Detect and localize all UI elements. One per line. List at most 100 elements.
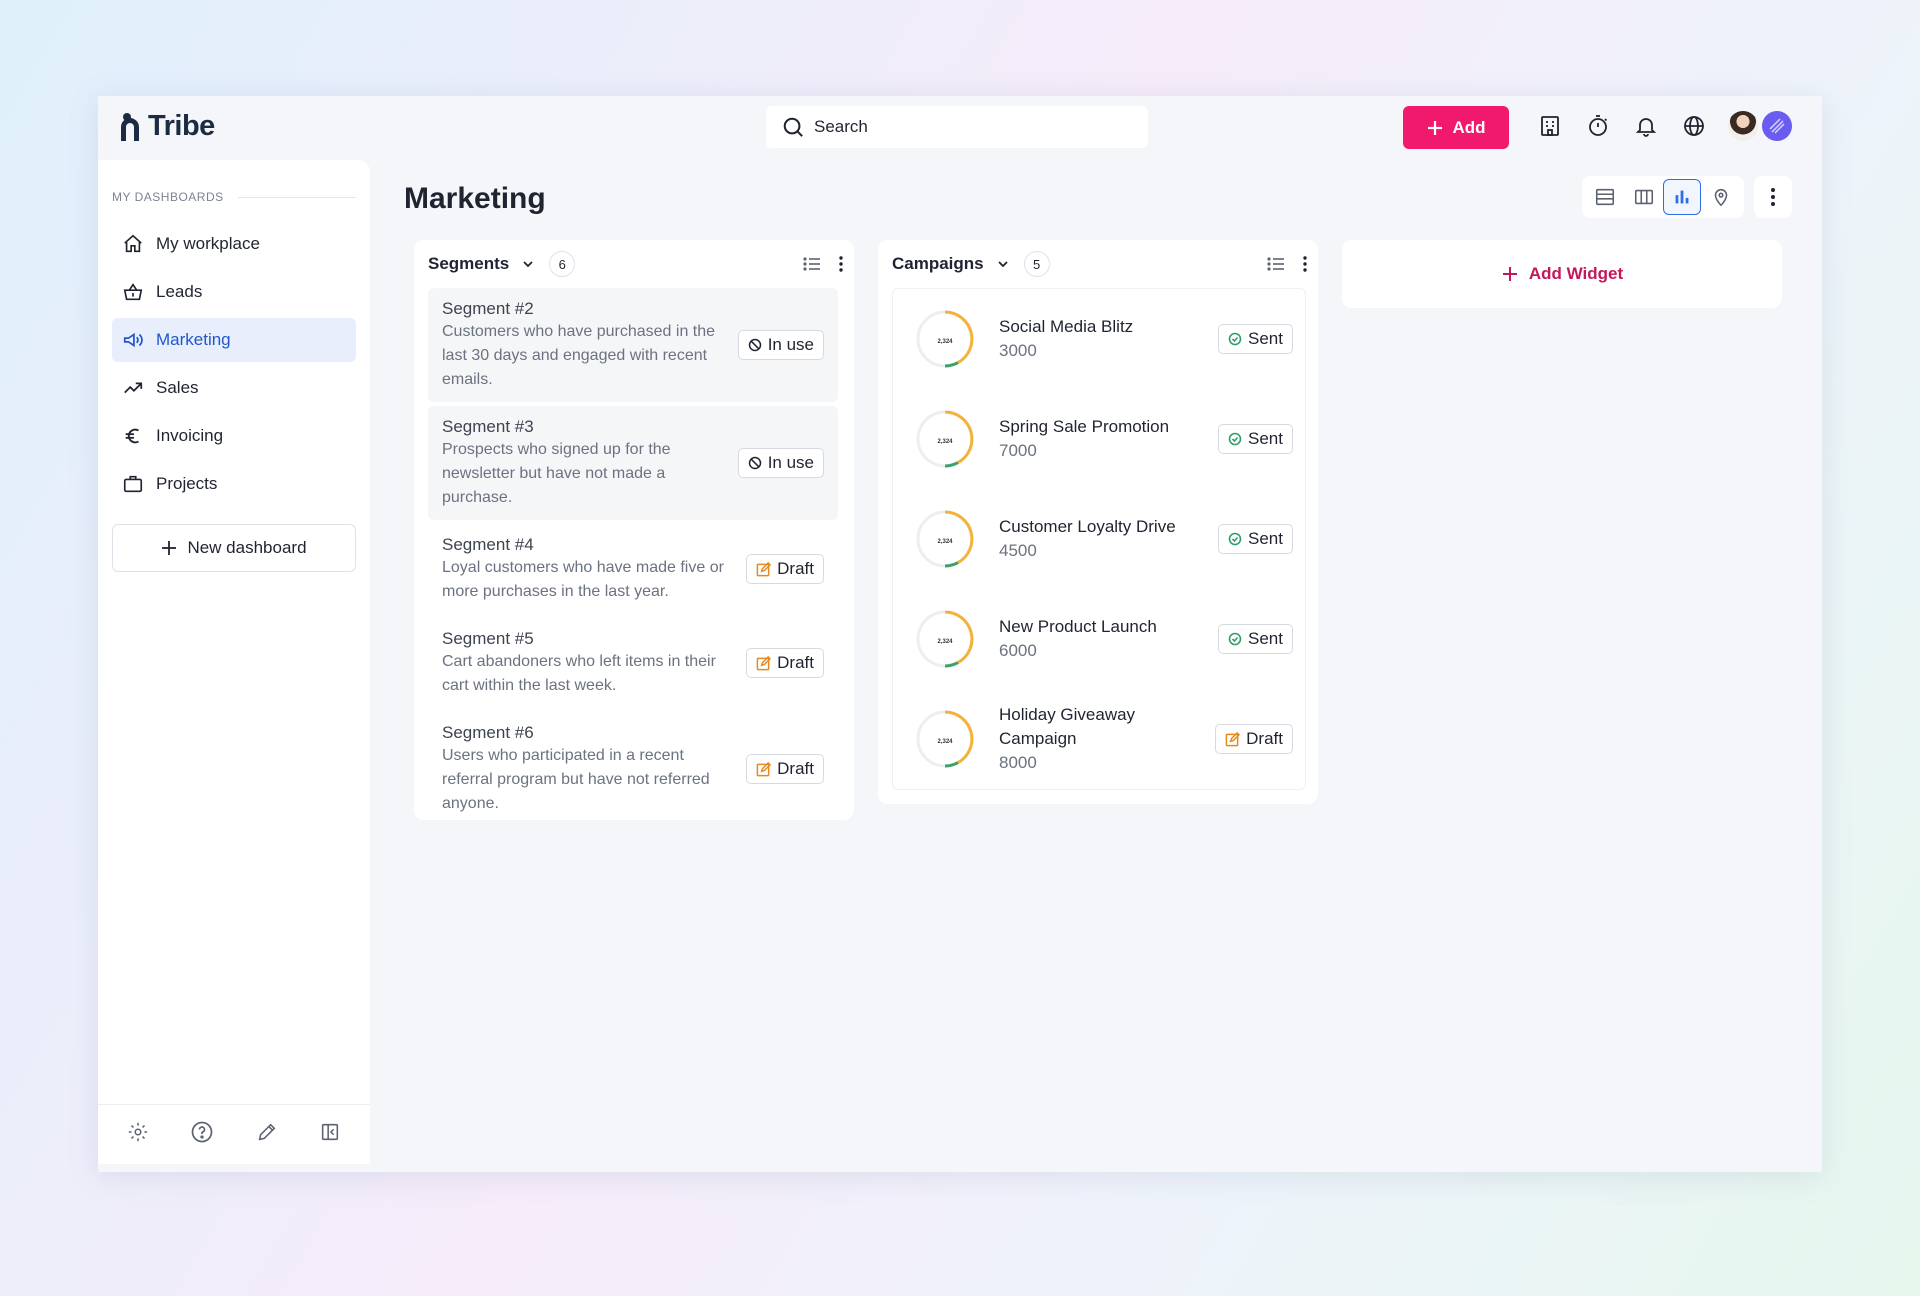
trending-up-icon [124,382,143,394]
help-icon[interactable] [190,1120,214,1149]
sidebar-item-label: Projects [156,474,218,493]
map-view-icon[interactable] [1702,179,1740,215]
plus-icon [162,541,177,555]
timer-icon[interactable] [1584,112,1612,140]
campaign-value: 3000 [999,341,1037,360]
building-icon[interactable] [1536,112,1564,140]
sidebar-item-my-workplace[interactable]: My workplace [112,222,356,266]
sidebar: MY DASHBOARDS My workplace Leads Marketi… [98,160,370,1164]
status-label: Sent [1248,429,1283,448]
status-badge: Draft [746,754,824,784]
edit-icon [756,561,772,576]
gear-icon[interactable] [127,1121,149,1148]
more-vertical-icon [1771,188,1775,206]
list-item[interactable]: 2,324 New Product Launch 6000 Sent [893,589,1305,689]
board-view-icon[interactable] [1625,179,1663,215]
briefcase-icon [123,475,143,493]
sidebar-item-marketing[interactable]: Marketing [112,318,356,362]
view-switcher [1582,176,1744,218]
status-label: Draft [1246,729,1283,748]
divider [237,196,356,198]
status-badge: Draft [746,554,824,584]
status-badge: Sent [1218,624,1293,654]
sidebar-item-label: Invoicing [156,426,224,445]
campaign-name: New Product Launch [999,617,1157,636]
sidebar-item-invoicing[interactable]: Invoicing [112,414,356,458]
ring-label: 2,324 [937,539,953,545]
page-more-button[interactable] [1754,176,1792,218]
progress-ring-icon: 2,324 [916,410,974,468]
add-widget-button[interactable]: Add Widget [1342,240,1782,308]
status-label: In use [767,453,814,472]
segments-header: Segments 6 [428,250,844,278]
status-label: Sent [1248,529,1283,548]
segment-description: Cart abandoners who left items in their … [442,653,716,694]
status-badge: Sent [1218,324,1293,354]
segments-title: Segments [428,254,510,273]
new-dashboard-button[interactable]: New dashboard [112,524,356,572]
megaphone-icon [123,332,143,348]
euro-icon [125,428,139,444]
segment-name: Segment #2 [442,299,534,318]
sidebar-item-sales[interactable]: Sales [112,366,356,410]
list-item[interactable]: 2,324 Customer Loyalty Drive 4500 Sent [893,489,1305,589]
table-view-icon[interactable] [1586,179,1624,215]
campaigns-actions [1266,254,1308,274]
list-view-icon[interactable] [1266,254,1286,274]
list-item[interactable]: Segment #6 Users who participated in a r… [428,712,838,812]
sidebar-heading: MY DASHBOARDS [112,190,356,204]
more-vertical-icon[interactable] [1302,255,1308,273]
list-item[interactable]: 2,324 Holiday Giveaway Campaign 8000 Dra… [893,689,1305,789]
ring-label: 2,324 [937,639,953,645]
status-badge: In use [737,330,824,360]
search-bar[interactable] [766,106,1148,148]
avatar[interactable] [1728,111,1758,141]
new-dashboard-label: New dashboard [187,538,307,557]
chevron-down-icon[interactable] [996,257,1010,271]
sidebar-heading-label: MY DASHBOARDS [112,190,224,204]
pencil-icon[interactable] [256,1121,278,1148]
dashboard-nav: My workplace Leads Marketing Sales Invoi… [112,222,356,510]
campaign-name: Holiday Giveaway Campaign [999,705,1136,748]
list-item[interactable]: Segment #4 Loyal customers who have made… [428,524,838,614]
ring-label: 2,324 [937,739,953,745]
app-window: Tribe Add [98,96,1822,1172]
campaigns-header: Campaigns 5 [892,250,1308,278]
search-input[interactable] [814,117,1114,137]
check-circle-icon [1228,432,1242,446]
bell-icon[interactable] [1632,112,1660,140]
collapse-sidebar-icon[interactable] [319,1121,341,1148]
list-item[interactable]: Segment #2 Customers who have purchased … [428,288,838,402]
list-item[interactable]: 2,324 Social Media Blitz 3000 Sent [893,289,1305,389]
sidebar-item-leads[interactable]: Leads [112,270,356,314]
campaign-value: 4500 [999,541,1037,560]
add-widget-label: Add Widget [1528,264,1624,283]
segment-name: Segment #5 [442,629,534,648]
status-label: Draft [777,759,814,778]
segment-name: Segment #4 [442,535,534,554]
list-item[interactable]: Segment #5 Cart abandoners who left item… [428,618,838,708]
plus-icon [1428,120,1443,135]
chart-view-icon[interactable] [1663,179,1702,215]
sidebar-item-label: My workplace [156,234,260,253]
sidebar-item-projects[interactable]: Projects [112,462,356,506]
segment-name: Segment #3 [442,417,534,436]
app-logo[interactable]: Tribe [118,110,215,143]
workspace-avatar[interactable] [1762,111,1792,141]
list-item[interactable]: 2,324 Spring Sale Promotion 7000 Sent [893,389,1305,489]
more-vertical-icon[interactable] [838,255,844,273]
add-button[interactable]: Add [1403,106,1509,149]
check-circle-icon [1228,332,1242,346]
globe-icon[interactable] [1680,112,1708,140]
app-name: Tribe [148,110,215,142]
sidebar-footer [98,1104,370,1164]
progress-ring-icon: 2,324 [916,710,974,768]
campaign-value: 6000 [999,641,1037,660]
chevron-down-icon[interactable] [521,257,535,271]
list-item[interactable]: Segment #3 Prospects who signed up for t… [428,406,838,520]
campaigns-title: Campaigns [892,254,984,273]
campaign-value: 7000 [999,441,1037,460]
list-view-icon[interactable] [802,254,822,274]
segment-description: Loyal customers who have made five or mo… [442,559,724,600]
check-circle-icon [1228,632,1242,646]
